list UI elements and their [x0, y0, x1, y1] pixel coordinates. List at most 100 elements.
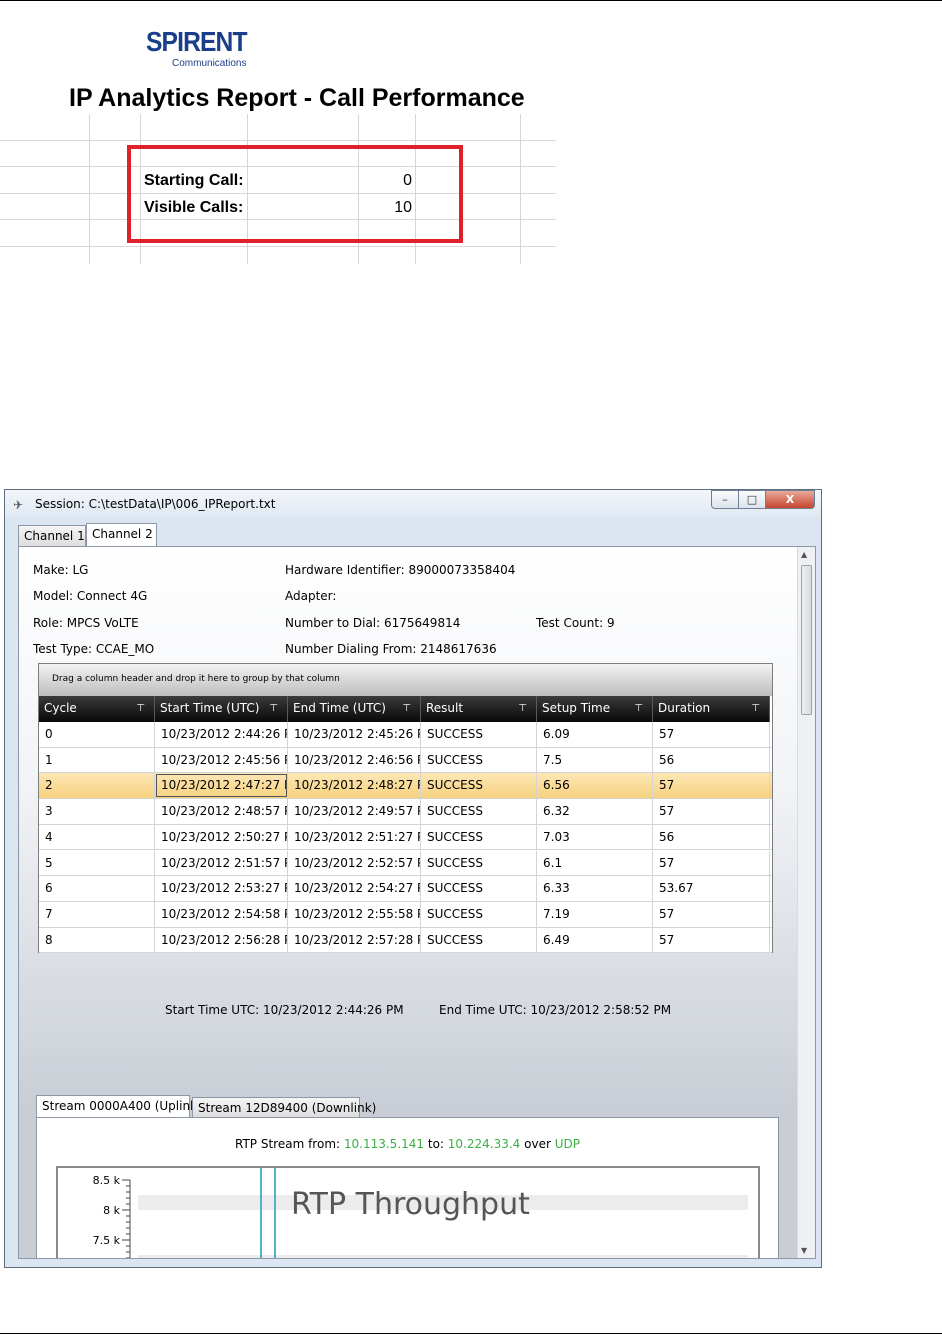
table-cell[interactable]: 10/23/2012 2:51:57 PM: [155, 850, 288, 876]
table-cell[interactable]: 6.49: [537, 927, 653, 953]
table-cell[interactable]: 56: [653, 824, 770, 850]
table-cell[interactable]: 10/23/2012 2:54:27 PM: [288, 876, 421, 901]
table-cell[interactable]: 7: [39, 901, 155, 927]
table-row[interactable]: 5 10/23/2012 2:51:57 PM 10/23/2012 2:52:57…: [39, 850, 772, 877]
tab-stream-downlink[interactable]: Stream 12D89400 (Downlink): [192, 1097, 376, 1118]
table-row[interactable]: 4 10/23/2012 2:50:27 PM 10/23/2012 2:51:27…: [39, 824, 772, 851]
rtp-stream-line: RTP Stream from: 10.113.5.141 to: 10.224…: [37, 1137, 778, 1151]
table-row[interactable]: 7 10/23/2012 2:54:58 PM 10/23/2012 2:55:58…: [39, 901, 772, 928]
tab-channel-1[interactable]: Channel 1: [18, 525, 86, 547]
table-row[interactable]: 6 10/23/2012 2:53:27 PM 10/23/2012 2:54:27…: [39, 876, 772, 902]
table-cell[interactable]: 6.09: [537, 722, 653, 747]
table-cell[interactable]: 10/23/2012 2:52:57 PM: [288, 850, 421, 876]
column-header-end-time[interactable]: End Time (UTC) ⊤: [288, 696, 421, 722]
table-cell[interactable]: 57: [653, 773, 770, 799]
device-role: Role: MPCS VoLTE: [33, 616, 139, 630]
table-cell[interactable]: SUCCESS: [421, 747, 537, 773]
table-cell[interactable]: SUCCESS: [421, 824, 537, 850]
table-cell[interactable]: 57: [653, 722, 770, 747]
device-test-type: Test Type: CCAE_MO: [33, 642, 155, 656]
table-cell[interactable]: SUCCESS: [421, 876, 537, 901]
table-cell[interactable]: SUCCESS: [421, 773, 537, 799]
table-row[interactable]: 2 10/23/2012 2:47:27 PM 10/23/2012 2:48:27…: [39, 773, 772, 800]
table-cell[interactable]: SUCCESS: [421, 927, 537, 953]
table-cell[interactable]: 0: [39, 722, 155, 747]
table-cell[interactable]: 7.03: [537, 824, 653, 850]
table-cell[interactable]: 57: [653, 901, 770, 927]
table-cell[interactable]: 10/23/2012 2:48:57 PM: [155, 799, 288, 824]
table-cell[interactable]: 53.67: [653, 876, 770, 901]
table-cell[interactable]: 1: [39, 747, 155, 773]
table-row[interactable]: 0 10/23/2012 2:44:26 PM 10/23/2012 2:45:26…: [39, 722, 772, 748]
table-cell[interactable]: 6.1: [537, 850, 653, 876]
scroll-up-arrow-icon[interactable]: ▲: [801, 550, 807, 559]
table-cell[interactable]: 7.5: [537, 747, 653, 773]
table-cell[interactable]: 57: [653, 799, 770, 824]
table-cell[interactable]: 10/23/2012 2:44:26 PM: [155, 722, 288, 747]
column-header-duration[interactable]: Duration ⊤: [653, 696, 770, 722]
table-cell[interactable]: SUCCESS: [421, 850, 537, 876]
vertical-scrollbar[interactable]: ▲ ▼: [797, 547, 815, 1258]
table-cell[interactable]: 10/23/2012 2:53:27 PM: [155, 876, 288, 901]
column-header-label: End Time (UTC): [293, 701, 386, 715]
table-row[interactable]: 1 10/23/2012 2:45:56 PM 10/23/2012 2:46:56…: [39, 747, 772, 774]
table-cell[interactable]: 6.33: [537, 876, 653, 901]
table-cell[interactable]: 3: [39, 799, 155, 824]
table-row[interactable]: 8 10/23/2012 2:56:28 PM 10/23/2012 2:57:28…: [39, 927, 772, 954]
table-cell[interactable]: SUCCESS: [421, 722, 537, 747]
table-cell[interactable]: 7.19: [537, 901, 653, 927]
table-cell[interactable]: 10/23/2012 2:51:27 PM: [288, 824, 421, 850]
table-cell[interactable]: 4: [39, 824, 155, 850]
column-header-cycle[interactable]: Cycle ⊤: [39, 696, 155, 722]
rtp-over-label: over: [524, 1137, 551, 1151]
filter-icon[interactable]: ⊤: [751, 696, 760, 721]
filter-icon[interactable]: ⊤: [518, 696, 527, 721]
minimize-button[interactable]: –: [711, 490, 739, 509]
table-cell[interactable]: 10/23/2012 2:45:26 PM: [288, 722, 421, 747]
table-cell[interactable]: 10/23/2012 2:47:27 PM: [155, 773, 288, 799]
table-cell[interactable]: 10/23/2012 2:56:28 PM: [155, 927, 288, 953]
table-cell[interactable]: 10/23/2012 2:46:56 PM: [288, 747, 421, 773]
table-cell[interactable]: 10/23/2012 2:55:58 PM: [288, 901, 421, 927]
table-row[interactable]: 3 10/23/2012 2:48:57 PM 10/23/2012 2:49:57…: [39, 799, 772, 825]
table-cell[interactable]: 8: [39, 927, 155, 953]
rtp-protocol: UDP: [554, 1137, 580, 1151]
maximize-button[interactable]: □: [738, 490, 766, 509]
number-dialing-from: Number Dialing From: 2148617636: [285, 642, 497, 656]
tab-stream-uplink[interactable]: Stream 0000A400 (Uplink): [36, 1095, 202, 1118]
table-cell[interactable]: 10/23/2012 2:49:57 PM: [288, 799, 421, 824]
column-header-label: Cycle: [44, 701, 77, 715]
scrollbar-thumb[interactable]: [801, 565, 812, 715]
table-cell[interactable]: SUCCESS: [421, 799, 537, 824]
table-cell[interactable]: 2: [39, 773, 155, 799]
close-button[interactable]: X: [765, 490, 815, 509]
table-cell[interactable]: 56: [653, 747, 770, 773]
session-window: ✈ Session: C:\testData\IP\006_IPReport.t…: [4, 489, 822, 1268]
spirent-logo-subtitle: Communications: [172, 58, 247, 69]
table-cell[interactable]: 10/23/2012 2:50:27 PM: [155, 824, 288, 850]
table-cell[interactable]: 10/23/2012 2:54:58 PM: [155, 901, 288, 927]
table-cell[interactable]: 57: [653, 927, 770, 953]
table-cell[interactable]: 57: [653, 850, 770, 876]
table-cell[interactable]: 10/23/2012 2:57:28 PM: [288, 927, 421, 953]
grid-line: [0, 246, 556, 247]
scroll-down-arrow-icon[interactable]: ▼: [801, 1246, 807, 1255]
filter-icon[interactable]: ⊤: [634, 696, 643, 721]
table-cell[interactable]: 10/23/2012 2:45:56 PM: [155, 747, 288, 773]
column-header-result[interactable]: Result ⊤: [421, 696, 537, 722]
filter-icon[interactable]: ⊤: [136, 696, 145, 721]
table-cell[interactable]: 6: [39, 876, 155, 901]
group-by-panel[interactable]: Drag a column header and drop it here to…: [39, 664, 772, 696]
column-header-start-time[interactable]: Start Time (UTC) ⊤: [155, 696, 288, 722]
filter-icon[interactable]: ⊤: [269, 696, 278, 721]
filter-icon[interactable]: ⊤: [402, 696, 411, 721]
table-cell[interactable]: 6.32: [537, 799, 653, 824]
table-cell[interactable]: 6.56: [537, 773, 653, 799]
tab-channel-2[interactable]: Channel 2: [86, 523, 157, 547]
table-cell[interactable]: SUCCESS: [421, 901, 537, 927]
table-cell[interactable]: 10/23/2012 2:48:27 PM: [288, 773, 421, 799]
column-header-setup-time[interactable]: Setup Time ⊤: [537, 696, 653, 722]
title-bar[interactable]: ✈ Session: C:\testData\IP\006_IPReport.t…: [5, 490, 821, 518]
number-to-dial: Number to Dial: 6175649814: [285, 616, 461, 630]
table-cell[interactable]: 5: [39, 850, 155, 876]
